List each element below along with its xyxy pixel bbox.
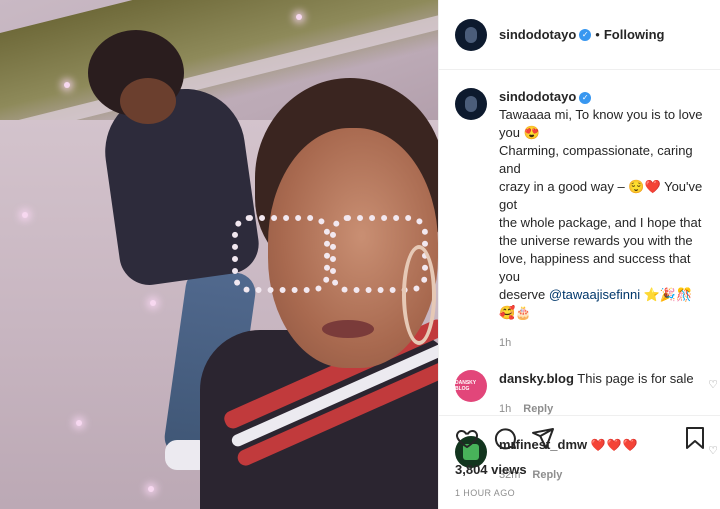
- following-button[interactable]: Following: [604, 27, 665, 42]
- reply-button[interactable]: Reply: [523, 403, 553, 415]
- commenter-username[interactable]: dansky.blog: [499, 371, 574, 386]
- share-icon[interactable]: [531, 426, 555, 450]
- caption-line: deserve: [499, 287, 546, 302]
- separator-dot: •: [595, 27, 600, 42]
- avatar-logo-text: DANSKY BLOG: [455, 380, 477, 392]
- commenter-avatar[interactable]: DANSKY BLOG: [455, 370, 487, 402]
- post-header: sindodotayo ✓ • Following: [439, 0, 720, 70]
- sparkle-effect: [64, 82, 70, 88]
- post-caption: sindodotayo ✓ Tawaaaa mi, To know you is …: [439, 70, 720, 352]
- comment-text: This page is for sale: [577, 371, 694, 386]
- caption-line: the whole package, and I hope that: [499, 215, 702, 230]
- sparkle-effect: [150, 300, 156, 306]
- person-two-lips: [322, 320, 374, 338]
- caption-timestamp[interactable]: 1h: [499, 334, 704, 352]
- sunglasses-left-lens: [232, 215, 330, 293]
- view-count[interactable]: 3,804 views: [455, 462, 705, 477]
- sparkle-effect: [148, 486, 154, 492]
- caption-line-last: deserve @tawaajisefinni ⭐🎉🎊🥰🎂: [499, 286, 704, 322]
- person-one-face: [120, 78, 176, 124]
- verified-badge-icon: ✓: [579, 92, 592, 104]
- caption-line: Charming, compassionate, caring and: [499, 143, 693, 176]
- bookmark-icon[interactable]: [685, 426, 705, 450]
- caption-line: you 😍: [499, 125, 540, 140]
- comment-item: DANSKY BLOG dansky.blog This page is for…: [439, 370, 720, 418]
- caption-body: sindodotayo ✓ Tawaaaa mi, To know you is …: [499, 88, 704, 352]
- verified-badge-icon: ✓: [579, 28, 592, 41]
- caption-username[interactable]: sindodotayo: [499, 89, 576, 104]
- sparkle-effect: [76, 420, 82, 426]
- mention-link[interactable]: @tawaajisefinni: [549, 287, 640, 302]
- comment-body: dansky.blog This page is for sale 1h Repl…: [499, 370, 694, 418]
- comment-age[interactable]: 1h: [499, 403, 511, 415]
- caption-line: the universe rewards you with the: [499, 233, 693, 248]
- author-username[interactable]: sindodotayo: [499, 27, 576, 42]
- post-actions: 3,804 views 1 HOUR AGO: [439, 415, 720, 509]
- comment-icon[interactable]: [493, 426, 517, 450]
- post-side-panel: sindodotayo ✓ • Following sindodotayo ✓ T…: [438, 0, 720, 509]
- sparkle-effect: [22, 212, 28, 218]
- heart-icon[interactable]: [455, 426, 479, 450]
- action-icons: [455, 426, 705, 450]
- caption-author-avatar[interactable]: [455, 88, 487, 120]
- comment-like-icon[interactable]: ♡: [708, 378, 718, 391]
- author-avatar[interactable]: [455, 18, 487, 51]
- sparkle-effect: [296, 14, 302, 20]
- hoop-earring: [402, 245, 436, 345]
- caption-line: love, happiness and success that you: [499, 251, 691, 284]
- caption-line: crazy in a good way – 😌❤️ You've got: [499, 179, 703, 212]
- post-timestamp[interactable]: 1 HOUR AGO: [455, 488, 705, 498]
- caption-line: Tawaaaa mi, To know you is to love: [499, 107, 703, 122]
- post-media[interactable]: [0, 0, 438, 509]
